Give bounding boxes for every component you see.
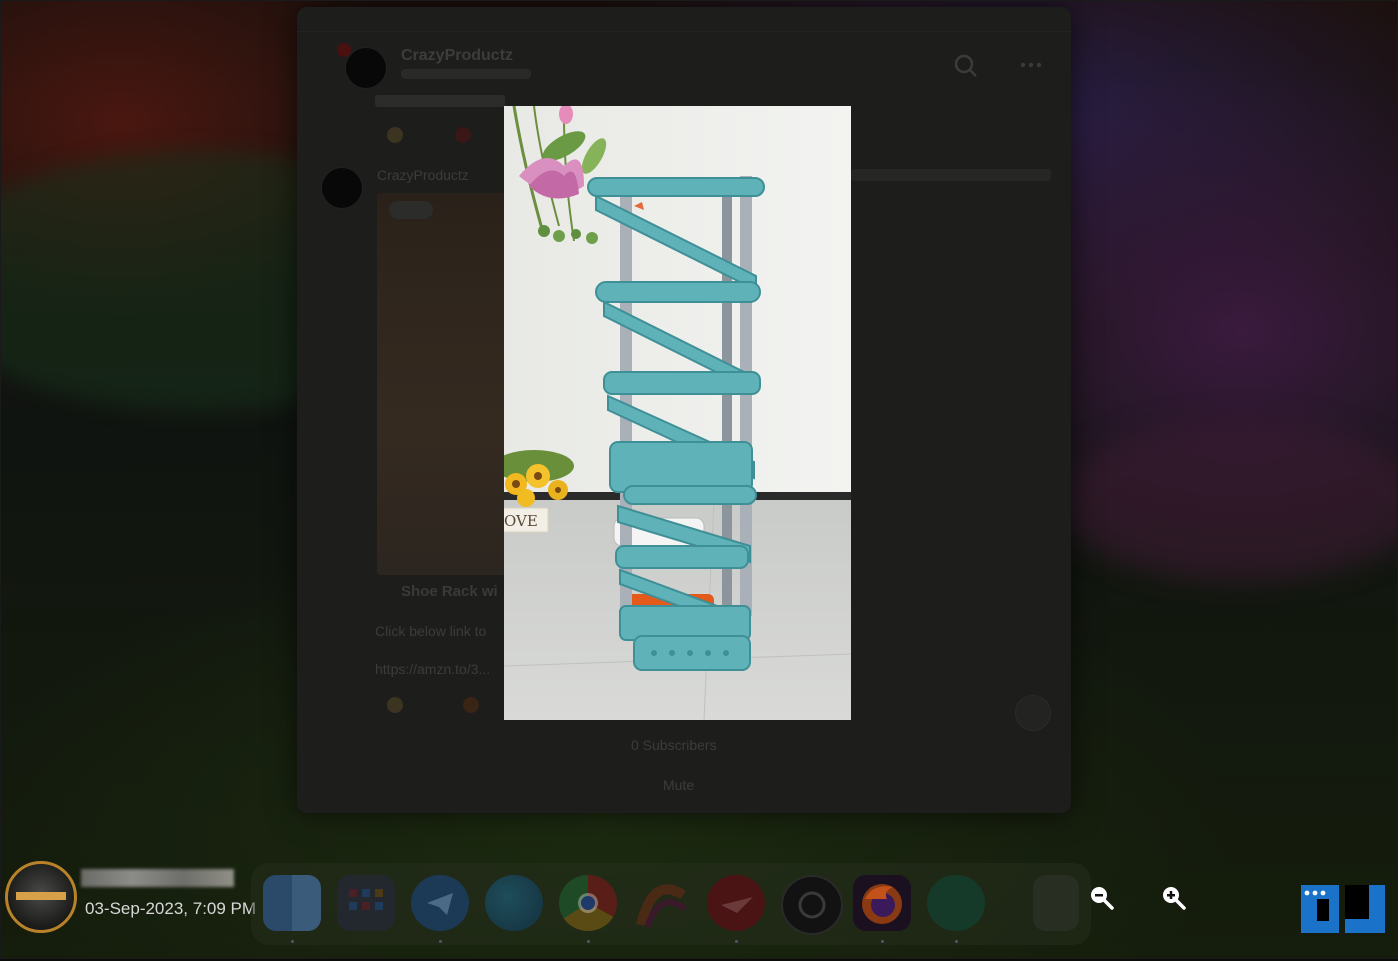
post-title: Shoe Rack wi bbox=[401, 583, 498, 600]
post-author: CrazyProductz bbox=[377, 167, 469, 183]
finder-icon[interactable] bbox=[263, 875, 321, 931]
post-body: Click below link to bbox=[375, 623, 487, 639]
post-avatar[interactable] bbox=[321, 167, 363, 209]
chrome-icon[interactable] bbox=[559, 875, 617, 931]
dock-indicator bbox=[291, 940, 294, 943]
watermark-logo bbox=[1301, 885, 1387, 937]
dock-indicator bbox=[955, 940, 958, 943]
user-avatar bbox=[5, 861, 77, 933]
edge-icon[interactable] bbox=[485, 875, 543, 931]
wallpaper-band-right bbox=[1061, 421, 1397, 581]
window-titlebar bbox=[297, 7, 1071, 32]
more-options-icon[interactable] bbox=[1019, 51, 1043, 81]
subscriber-count: 0 Subscribers bbox=[631, 737, 717, 753]
launchpad-icon[interactable] bbox=[337, 875, 395, 931]
reaction-fire[interactable] bbox=[463, 697, 479, 713]
mute-button[interactable]: Mute bbox=[663, 777, 694, 793]
post-meta bbox=[851, 169, 1051, 181]
recording-timestamp: 03-Sep-2023, 7:09 PM bbox=[85, 899, 257, 918]
dock-indicator bbox=[587, 940, 590, 943]
video-duration-badge bbox=[389, 201, 433, 219]
channel-avatar[interactable] bbox=[345, 47, 387, 89]
product-photo: OVE bbox=[504, 106, 851, 720]
dock-indicator bbox=[735, 940, 738, 943]
link-preview-line bbox=[375, 95, 505, 107]
firefox-icon[interactable] bbox=[853, 875, 911, 931]
zoom-out-icon[interactable] bbox=[1087, 883, 1115, 911]
telegram-icon[interactable] bbox=[411, 875, 469, 931]
share-button[interactable] bbox=[1015, 695, 1051, 731]
decor-sign-text: OVE bbox=[504, 512, 538, 530]
screen: CrazyProductz CrazyProductz Shoe Rack wi… bbox=[0, 0, 1398, 959]
blurred-username bbox=[81, 869, 234, 887]
reaction-heart[interactable] bbox=[455, 127, 471, 143]
channel-subscribers bbox=[401, 69, 531, 79]
reaction-like-2[interactable] bbox=[387, 697, 403, 713]
post-link[interactable]: https://amzn.to/3... bbox=[375, 661, 490, 677]
app-store-icon[interactable] bbox=[927, 875, 985, 931]
dock-indicator bbox=[881, 940, 884, 943]
zoom-in-icon[interactable] bbox=[1159, 883, 1187, 911]
channel-name[interactable]: CrazyProductz bbox=[401, 47, 513, 65]
search-icon[interactable] bbox=[953, 53, 979, 85]
media-viewer[interactable]: OVE bbox=[504, 106, 851, 720]
reaction-like[interactable] bbox=[387, 127, 403, 143]
arc-icon[interactable] bbox=[633, 875, 691, 931]
paper-plane-app-icon[interactable] bbox=[707, 875, 765, 931]
dock-indicator bbox=[439, 940, 442, 943]
chatgpt-icon[interactable] bbox=[781, 875, 843, 935]
trash-icon[interactable] bbox=[1033, 875, 1079, 931]
